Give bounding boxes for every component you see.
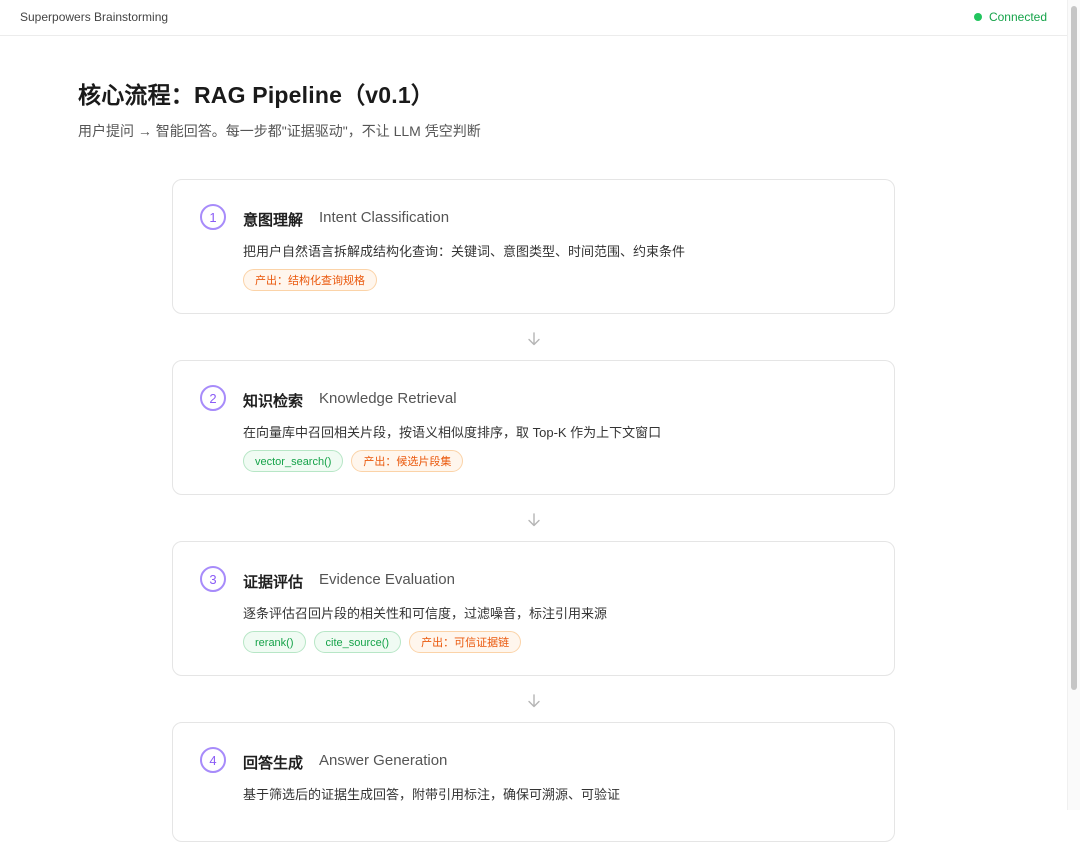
step-description: 基于筛选后的证据生成回答，附带引用标注，确保可溯源、可验证 [243, 787, 621, 802]
step-title: 知识检索 [243, 393, 304, 410]
page-title: 核心流程：RAG Pipeline（v0.1） [78, 82, 435, 108]
function-tag: vector_search() [243, 450, 344, 472]
output-tag: 产出：结构化查询规格 [243, 269, 377, 291]
output-tag: 产出：候选片段集 [351, 450, 464, 472]
step-title: 回答生成 [243, 755, 304, 772]
step-tags: rerank() cite_source() 产出：可信证据链 [243, 631, 522, 653]
function-tag: cite_source() [313, 631, 402, 653]
step-title: 意图理解 [243, 212, 304, 229]
scrollbar[interactable] [1067, 0, 1080, 810]
step-english-title: Knowledge Retrieval [319, 390, 457, 407]
step-english-title: Answer Generation [319, 752, 448, 769]
output-tag: 产出：可信证据链 [409, 631, 522, 653]
step-title: 证据评估 [243, 574, 304, 591]
step-card-evaluation: 3 证据评估 Evidence Evaluation 逐条评估召回片段的相关性和… [172, 541, 895, 676]
arrow-down-icon [528, 694, 540, 708]
step-number-badge: 3 [200, 566, 226, 592]
scrollbar-thumb[interactable] [1071, 6, 1077, 690]
arrow-down-icon [528, 513, 540, 527]
step-english-title: Evidence Evaluation [319, 571, 455, 588]
connection-status: Connected [973, 10, 1047, 24]
page-subtitle: 用户提问 → 智能回答。每一步都"证据驱动"，不让 LLM 凭空判断 [78, 123, 481, 139]
status-dot-icon [973, 13, 982, 21]
arrow-down-icon [528, 332, 540, 346]
step-english-title: Intent Classification [319, 209, 450, 226]
app-title: Superpowers Brainstorming [20, 10, 169, 24]
step-tags: vector_search() 产出：候选片段集 [243, 450, 464, 472]
step-card-retrieval: 2 知识检索 Knowledge Retrieval 在向量库中召回相关片段，按… [172, 360, 895, 495]
step-tags: 产出：结构化查询规格 [243, 269, 377, 291]
step-number-badge: 4 [200, 747, 226, 773]
status-label: Connected [988, 10, 1047, 24]
step-card-generation: 4 回答生成 Answer Generation 基于筛选后的证据生成回答，附带… [172, 722, 895, 842]
step-number-badge: 2 [200, 385, 226, 411]
step-card-intent: 1 意图理解 Intent Classification 把用户自然语言拆解成结… [172, 179, 895, 314]
step-description: 把用户自然语言拆解成结构化查询：关键词、意图类型、时间范围、约束条件 [243, 244, 686, 259]
top-bar: Superpowers Brainstorming Connected [0, 0, 1068, 36]
step-description: 逐条评估召回片段的相关性和可信度，过滤噪音，标注引用来源 [243, 606, 608, 621]
step-description: 在向量库中召回相关片段，按语义相似度排序，取 Top-K 作为上下文窗口 [243, 425, 662, 440]
step-number-badge: 1 [200, 204, 226, 230]
function-tag: rerank() [243, 631, 306, 653]
